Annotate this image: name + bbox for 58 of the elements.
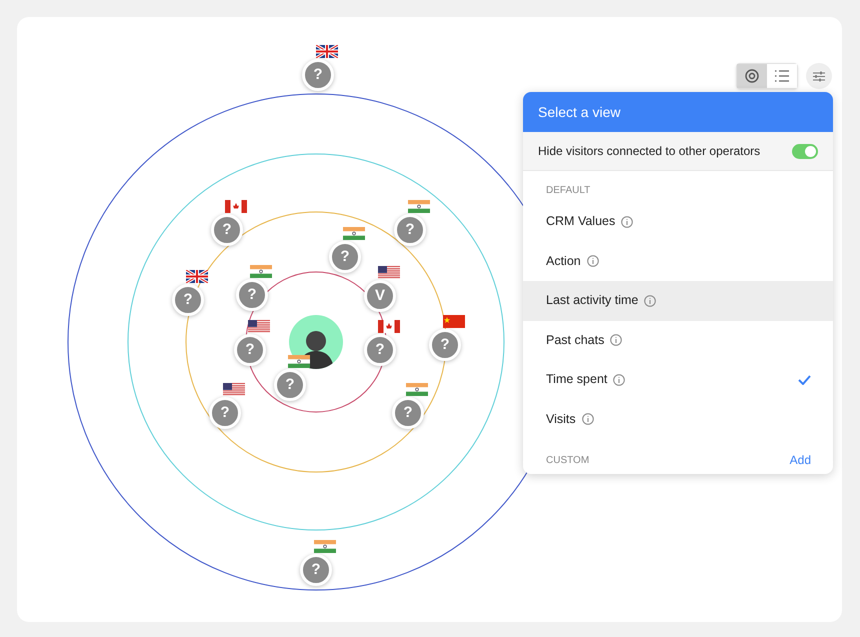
settings-icon <box>813 70 825 82</box>
toggle-switch[interactable] <box>792 144 818 158</box>
view-option[interactable]: Past chats <box>523 320 833 360</box>
view-option[interactable]: Last activity time <box>523 281 833 320</box>
section-heading: DEFAULT <box>545 184 592 198</box>
info-icon <box>610 334 622 346</box>
orbit-view-button[interactable] <box>737 64 767 88</box>
view-option[interactable]: CRM Values <box>523 202 833 242</box>
view-option[interactable]: Visits <box>523 400 833 439</box>
visitor-avatar[interactable]: ? <box>234 334 266 366</box>
section-heading: CUSTOM <box>546 454 590 468</box>
flag-icon <box>443 315 465 328</box>
flag-icon <box>343 227 365 240</box>
option-label: Past chats <box>546 332 604 349</box>
option-label: Action <box>546 252 581 270</box>
flag-icon <box>250 265 272 278</box>
visitor-avatar[interactable]: ? <box>300 554 332 586</box>
visitor-avatar[interactable]: V <box>364 280 396 312</box>
visitor-avatar[interactable]: ? <box>172 284 204 316</box>
hide-option-label: Hide visitors connected to other operators <box>538 143 760 160</box>
visitor-avatar[interactable]: ? <box>274 369 306 401</box>
option-label: CRM Values <box>546 213 616 230</box>
visitor-avatar[interactable]: ? <box>329 241 361 273</box>
list-icon <box>775 70 789 82</box>
view-option[interactable]: Action <box>523 242 833 281</box>
flag-icon <box>378 320 400 333</box>
info-icon <box>582 413 594 426</box>
info-icon <box>621 216 634 228</box>
info-icon <box>586 255 599 268</box>
list-view-button[interactable] <box>767 64 797 88</box>
visitor-avatar[interactable]: ? <box>429 329 461 361</box>
flag-icon <box>225 200 247 213</box>
view-option[interactable]: Time spent <box>523 360 833 400</box>
option-label: Time spent <box>546 371 608 388</box>
flag-icon <box>288 355 310 368</box>
panel-title: Select a view <box>523 92 833 132</box>
flag-icon <box>223 383 245 396</box>
settings-button[interactable] <box>806 63 832 89</box>
visitor-avatar[interactable]: ? <box>302 59 334 91</box>
visitor-avatar[interactable]: ? <box>211 214 243 246</box>
visitor-avatar[interactable]: ? <box>209 397 241 429</box>
flag-icon <box>408 200 430 213</box>
visitor-avatar[interactable]: ? <box>236 279 268 311</box>
info-icon <box>613 374 626 386</box>
flag-icon <box>378 266 400 279</box>
option-label: Last activity time <box>546 292 638 310</box>
orbit-view-icon <box>745 69 759 83</box>
add-link[interactable]: Add <box>790 451 811 469</box>
flag-icon <box>316 45 338 58</box>
option-label: Visits <box>546 410 576 428</box>
flag-icon <box>314 540 336 553</box>
flag-icon <box>406 383 428 396</box>
info-icon <box>644 294 656 307</box>
flag-icon <box>248 320 270 333</box>
visitor-avatar[interactable]: ? <box>392 397 424 429</box>
visitor-avatar[interactable]: ? <box>364 334 396 366</box>
flag-icon <box>186 270 208 283</box>
visitor-avatar[interactable]: ? <box>394 214 426 246</box>
